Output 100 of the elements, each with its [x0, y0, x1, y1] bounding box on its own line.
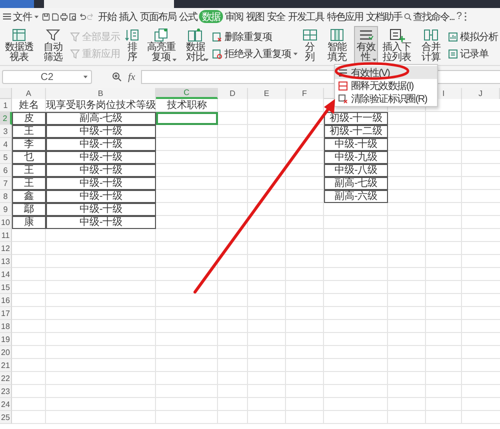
- column-header[interactable]: J: [462, 88, 500, 99]
- caret-icon: [372, 58, 377, 62]
- row-header[interactable]: 14: [0, 268, 12, 281]
- sheet-cell: 王: [12, 177, 46, 190]
- sheet-cell: 中级-十级: [46, 138, 156, 151]
- row-header[interactable]: 21: [0, 359, 12, 372]
- row-header[interactable]: 5: [0, 151, 12, 164]
- name-box[interactable]: C2: [2, 70, 92, 84]
- merge-icon: [422, 28, 439, 42]
- ribbon-button[interactable]: 智能填充: [322, 26, 352, 64]
- ribbon-button[interactable]: 插入下拉列表: [380, 26, 414, 64]
- row-header[interactable]: 24: [0, 398, 12, 411]
- sheet-cell: 康: [12, 216, 46, 229]
- save-icon[interactable]: [42, 12, 50, 20]
- preview-icon[interactable]: [69, 12, 77, 20]
- menu-icon: [3, 13, 11, 20]
- ribbon-button[interactable]: 自动筛选: [38, 26, 68, 64]
- caret-icon: [292, 52, 298, 56]
- column-header[interactable]: A: [12, 88, 46, 99]
- menu-tab[interactable]: 特色应用: [326, 10, 364, 23]
- ribbon-button[interactable]: 数据透视表: [2, 26, 36, 64]
- search-icon: [404, 12, 412, 20]
- table-icon: [338, 94, 348, 104]
- caret-icon: [34, 14, 39, 18]
- file-menu[interactable]: 文件: [1, 10, 41, 24]
- active-cell[interactable]: [156, 112, 218, 125]
- caret-icon: [172, 58, 178, 62]
- menu-tab[interactable]: 开始: [97, 10, 117, 23]
- sheet-cell: 初级-十二级: [324, 125, 388, 138]
- funnel-icon: [70, 48, 80, 58]
- menu-tab[interactable]: 页面布局: [139, 10, 177, 23]
- menu-item[interactable]: 清除验证标识圈(R): [335, 92, 437, 105]
- row-header[interactable]: 19: [0, 333, 12, 346]
- ribbon-button[interactable]: 高亮重复项: [144, 26, 178, 64]
- row-header[interactable]: 16: [0, 294, 12, 307]
- row-header[interactable]: 20: [0, 346, 12, 359]
- row-header[interactable]: 12: [0, 242, 12, 255]
- sheet-cell-text: 技术职称: [166, 99, 208, 112]
- row-header[interactable]: 13: [0, 255, 12, 268]
- row-header[interactable]: 9: [0, 203, 12, 216]
- ribbon-button[interactable]: 删除重复项: [212, 30, 298, 44]
- command-search[interactable]: 查找命令...: [404, 10, 454, 24]
- sheet-cell: 中级-十级: [46, 125, 156, 138]
- ribbon-button[interactable]: 数据对比: [180, 26, 210, 64]
- zoom-icon[interactable]: [112, 72, 122, 82]
- ribbon-button[interactable]: 拒绝录入重复项: [212, 46, 298, 60]
- ribbon-button[interactable]: 记录单: [448, 46, 498, 60]
- ribbon-button[interactable]: 排序: [122, 26, 142, 64]
- sheet-cell: 中级-十级: [324, 138, 388, 151]
- row-header[interactable]: 7: [0, 177, 12, 190]
- funnel-icon: [45, 28, 62, 42]
- menu-tab[interactable]: 视图: [245, 10, 265, 23]
- sheet-cell: 副高-七级: [324, 177, 388, 190]
- row-header[interactable]: 15: [0, 281, 12, 294]
- more-icon[interactable]: [464, 12, 467, 21]
- menu-tab[interactable]: 开发工具: [287, 10, 325, 23]
- sort-icon: [124, 28, 140, 42]
- ribbon-button[interactable]: 合并计算: [416, 26, 446, 64]
- row-header[interactable]: 10: [0, 216, 12, 229]
- row-header[interactable]: 3: [0, 125, 12, 138]
- menu-tab[interactable]: 公式: [178, 10, 198, 23]
- document-icon[interactable]: [51, 12, 59, 20]
- print-icon[interactable]: [60, 12, 68, 20]
- column-header[interactable]: F: [286, 88, 324, 99]
- menu-tab[interactable]: 安全: [266, 10, 286, 23]
- row-header[interactable]: 6: [0, 164, 12, 177]
- column-header[interactable]: E: [248, 88, 286, 99]
- column-header[interactable]: B: [46, 88, 156, 99]
- sheet-cell: 副高-七级: [46, 112, 156, 125]
- row-header[interactable]: 25: [0, 411, 12, 424]
- list-icon: [358, 28, 374, 42]
- sheet-cell: 副高-六级: [324, 190, 388, 203]
- row-header[interactable]: 8: [0, 190, 12, 203]
- function-button[interactable]: fx: [128, 72, 136, 82]
- sheet-cell: 中级-九级: [324, 151, 388, 164]
- caret-icon: [204, 58, 210, 62]
- row-header[interactable]: 17: [0, 307, 12, 320]
- sheet-cell: 乜: [12, 151, 46, 164]
- row-header[interactable]: 23: [0, 385, 12, 398]
- row-header[interactable]: 18: [0, 320, 12, 333]
- column-header[interactable]: D: [218, 88, 248, 99]
- menu-tab[interactable]: 文档助手: [365, 10, 403, 23]
- sheet-cell: 中级-八级: [324, 164, 388, 177]
- menu-tab[interactable]: 插入: [118, 10, 138, 23]
- help-button[interactable]: ?: [455, 11, 463, 22]
- row-header[interactable]: 1: [0, 99, 12, 112]
- sheet-cell: 李: [12, 138, 46, 151]
- menu-tab[interactable]: 审阅: [224, 10, 244, 23]
- undo-icon[interactable]: [78, 12, 86, 20]
- document-icon: [212, 32, 222, 42]
- ribbon-button[interactable]: 分列: [300, 26, 320, 64]
- sheet-cell: 王: [12, 125, 46, 138]
- row-header[interactable]: 4: [0, 138, 12, 151]
- ribbon-button[interactable]: 有效性: [354, 26, 378, 64]
- ribbon-button[interactable]: 模拟分析: [448, 30, 498, 44]
- sheet-cell: 初级-十一级: [324, 112, 388, 125]
- row-header[interactable]: 22: [0, 372, 12, 385]
- row-header[interactable]: 11: [0, 229, 12, 242]
- menu-item[interactable]: 圈释无效数据(I): [335, 79, 437, 92]
- document-icon: [212, 48, 222, 58]
